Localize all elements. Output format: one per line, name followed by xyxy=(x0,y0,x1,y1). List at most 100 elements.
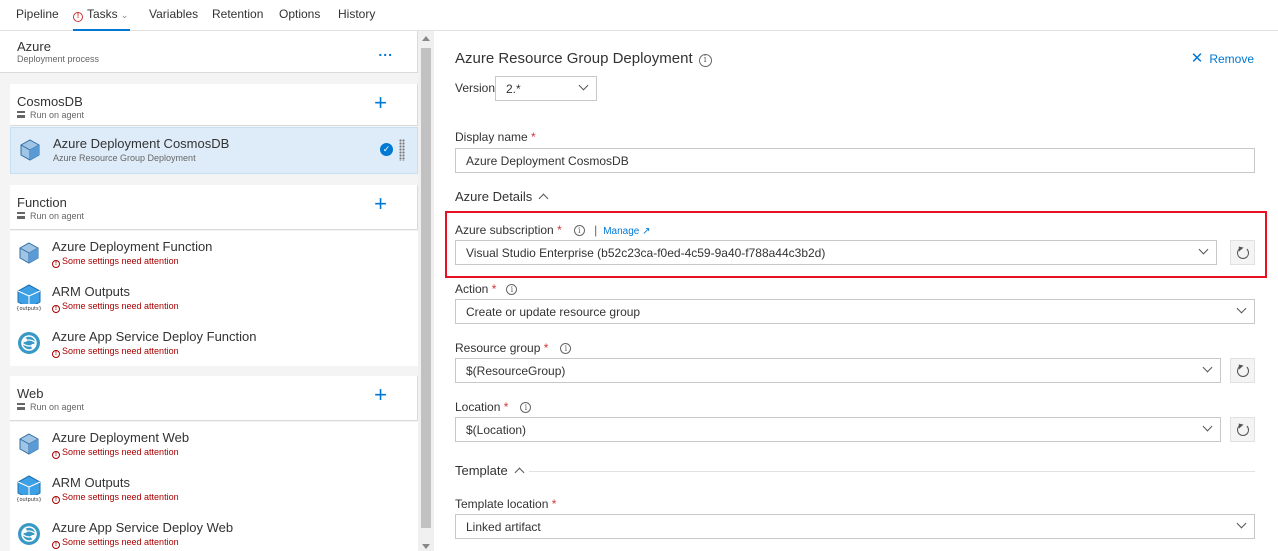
task-item[interactable]: Azure Deployment CosmosDB Azure Resource… xyxy=(10,127,418,174)
info-icon[interactable]: i xyxy=(698,54,712,67)
add-task-button[interactable]: + xyxy=(374,384,387,406)
display-name-label: Display name * xyxy=(455,130,536,144)
phase-function[interactable]: Function Run on agent + xyxy=(10,185,418,230)
azure-details-section[interactable]: Azure Details xyxy=(455,189,549,204)
process-title: Azure xyxy=(17,39,51,54)
task-item[interactable]: Azure Deployment Function ! Some settings… xyxy=(10,231,418,276)
tab-pipeline[interactable]: Pipeline xyxy=(16,7,59,31)
section-label: Azure Details xyxy=(455,189,533,204)
phase-title: Function xyxy=(17,195,67,210)
task-list: Azure Deployment Web ! Some settings need… xyxy=(10,422,418,551)
process-subtitle: Deployment process xyxy=(17,54,100,64)
remove-label: Remove xyxy=(1209,52,1254,66)
label-text: Template location xyxy=(455,497,549,511)
location-label: Location * i xyxy=(455,400,532,414)
tab-options[interactable]: Options xyxy=(279,7,320,31)
phase-title: CosmosDB xyxy=(17,94,83,109)
label-text: Display name xyxy=(455,130,528,144)
cube-icon xyxy=(20,139,40,161)
add-task-button[interactable]: + xyxy=(374,193,387,215)
template-location-select[interactable]: Linked artifact xyxy=(455,514,1255,539)
error-icon: ! xyxy=(52,350,60,358)
select-value: Linked artifact xyxy=(466,520,541,534)
action-select[interactable]: Create or update resource group xyxy=(455,299,1255,324)
task-warning: ! Some settings need attention xyxy=(52,537,179,549)
info-icon[interactable]: i xyxy=(520,402,532,413)
remove-button[interactable]: ✕ Remove xyxy=(1191,49,1254,67)
add-task-button[interactable]: + xyxy=(374,92,387,114)
version-label: Version xyxy=(455,81,496,95)
tab-label: Variables xyxy=(149,7,199,21)
task-item[interactable]: Azure App Service Deploy Web ! Some setti… xyxy=(10,512,418,551)
phase-subtitle: Run on agent xyxy=(17,110,84,120)
phase-web[interactable]: Web Run on agent + xyxy=(10,376,418,421)
tab-retention[interactable]: Retention xyxy=(212,7,263,31)
task-item[interactable]: Azure App Service Deploy Function ! Some … xyxy=(10,321,418,366)
task-item[interactable]: Azure Deployment Web ! Some settings need… xyxy=(10,422,418,467)
warning-text: Some settings need attention xyxy=(62,447,179,457)
info-icon[interactable]: i xyxy=(560,343,572,354)
required-mark: * xyxy=(503,400,509,414)
phase-subtitle-text: Run on agent xyxy=(30,402,85,412)
process-root[interactable]: Azure Deployment process ... xyxy=(0,31,418,73)
more-options-button[interactable]: ... xyxy=(378,43,393,59)
scroll-up-arrow-icon[interactable] xyxy=(422,36,430,41)
tab-history[interactable]: History xyxy=(338,7,375,31)
action-label: Action * i xyxy=(455,282,518,296)
scroll-down-arrow-icon[interactable] xyxy=(422,544,430,549)
task-warning: ! Some settings need attention xyxy=(52,447,179,459)
error-icon: ! xyxy=(52,451,60,459)
warning-text: Some settings need attention xyxy=(62,256,179,266)
task-name: Azure Deployment CosmosDB xyxy=(53,136,230,151)
tab-tasks[interactable]: ! Tasks ⌄ xyxy=(73,7,130,31)
warning-text: Some settings need attention xyxy=(62,537,179,547)
task-subtitle: Azure Resource Group Deployment xyxy=(53,153,196,163)
phase-subtitle-text: Run on agent xyxy=(30,211,85,221)
tab-label: Options xyxy=(279,7,321,21)
agent-icon xyxy=(17,403,25,410)
location-select[interactable]: $(Location) xyxy=(455,417,1221,442)
warning-icon: ! xyxy=(73,12,83,22)
chevron-up-icon xyxy=(538,193,549,204)
warning-text: Some settings need attention xyxy=(62,301,179,311)
outputs-icon: {outputs} xyxy=(16,284,42,312)
scroll-thumb[interactable] xyxy=(421,48,431,528)
label-text: Action xyxy=(455,282,489,296)
svg-text:{outputs}: {outputs} xyxy=(16,497,41,503)
phase-cosmosdb[interactable]: CosmosDB Run on agent + xyxy=(10,84,418,126)
cube-icon xyxy=(19,433,39,455)
task-settings-panel: Azure Resource Group Deployment i ✕ Remove… xyxy=(434,31,1278,551)
template-location-label: Template location * xyxy=(455,497,556,511)
label-text: Resource group xyxy=(455,341,541,355)
task-warning: ! Some settings need attention xyxy=(52,346,179,358)
version-select[interactable]: 2.* xyxy=(495,76,597,101)
info-icon[interactable]: i xyxy=(506,284,518,295)
task-name: Azure App Service Deploy Function xyxy=(52,329,257,344)
template-section[interactable]: Template xyxy=(455,463,525,478)
task-name: ARM Outputs xyxy=(52,475,131,490)
tab-label: Tasks xyxy=(87,7,118,21)
tab-variables[interactable]: Variables xyxy=(149,7,198,31)
error-icon: ! xyxy=(52,260,60,268)
refresh-icon[interactable] xyxy=(1230,358,1255,383)
phase-title: Web xyxy=(17,386,44,401)
error-icon: ! xyxy=(52,496,60,504)
task-title-text: Azure Resource Group Deployment xyxy=(455,50,693,67)
resource-group-label: Resource group * i xyxy=(455,341,572,355)
resource-group-select[interactable]: $(ResourceGroup) xyxy=(455,358,1221,383)
process-panel: Azure Deployment process ... CosmosDB Ru… xyxy=(0,31,418,551)
error-icon: ! xyxy=(52,541,60,549)
svg-text:{outputs}: {outputs} xyxy=(16,306,41,312)
scrollbar[interactable] xyxy=(418,31,434,551)
warning-text: Some settings need attention xyxy=(62,492,179,502)
required-mark: * xyxy=(531,130,536,144)
task-list: Azure Deployment Function ! Some settings… xyxy=(10,231,418,366)
refresh-icon[interactable] xyxy=(1230,417,1255,442)
task-item[interactable]: {outputs} ARM Outputs ! Some settings nee… xyxy=(10,276,418,321)
tab-label: Pipeline xyxy=(16,7,59,21)
required-mark: * xyxy=(491,282,497,296)
drag-handle[interactable] xyxy=(399,139,405,161)
select-value: $(ResourceGroup) xyxy=(466,364,566,378)
display-name-input[interactable]: Azure Deployment CosmosDB xyxy=(455,148,1255,173)
task-item[interactable]: {outputs} ARM Outputs ! Some settings nee… xyxy=(10,467,418,512)
